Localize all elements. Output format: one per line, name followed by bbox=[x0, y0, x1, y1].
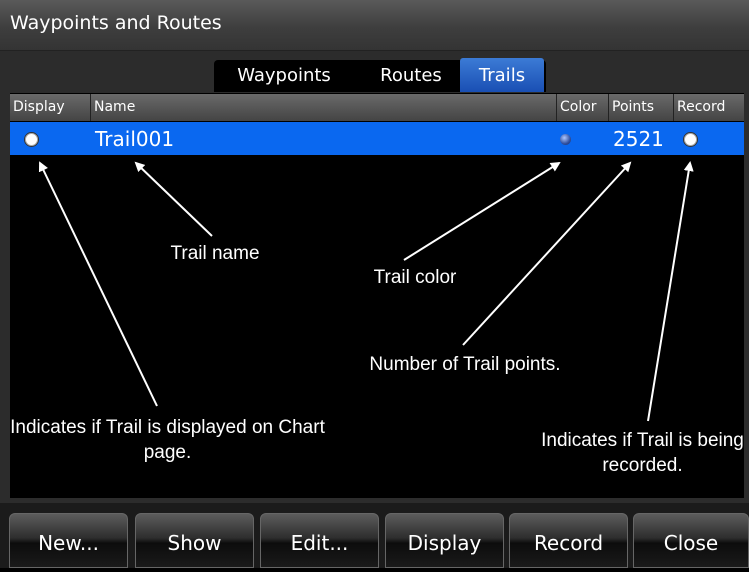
annotation-points: Number of Trail points. bbox=[369, 354, 561, 375]
annotation-name: Trail name bbox=[170, 243, 260, 264]
display-button[interactable]: Display bbox=[385, 513, 504, 568]
arrow-points bbox=[462, 161, 632, 346]
new-button[interactable]: New... bbox=[9, 513, 128, 568]
arrow-record bbox=[647, 161, 694, 422]
annotation-record: Indicates if Trail is being recorded. bbox=[541, 430, 744, 476]
arrow-display bbox=[38, 161, 158, 407]
annotation-display: Indicates if Trail is displayed on Chart… bbox=[10, 417, 325, 463]
show-button[interactable]: Show bbox=[135, 513, 254, 568]
annotation-color: Trail color bbox=[373, 267, 457, 288]
close-button[interactable]: Close bbox=[633, 513, 749, 568]
arrow-color bbox=[403, 161, 561, 261]
record-button[interactable]: Record bbox=[509, 513, 628, 568]
arrow-name bbox=[134, 161, 213, 237]
edit-button[interactable]: Edit... bbox=[260, 513, 379, 568]
